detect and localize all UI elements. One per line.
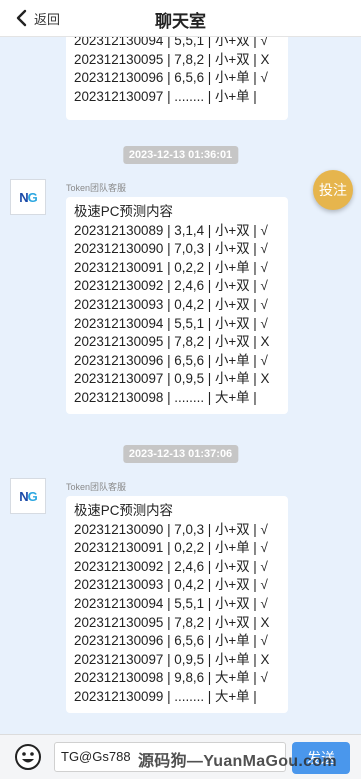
timestamp-badge: 2023-12-13 01:37:06	[122, 445, 239, 463]
sender-name: Token团队客服	[66, 183, 127, 193]
emoji-icon[interactable]	[14, 743, 42, 771]
message-line: 202312130092 | 2,4,6 | 小+双 | √	[74, 558, 268, 574]
message-line: 202312130094 | 5,5,1 | 小+双 | √	[74, 36, 268, 48]
message-line: 202312130094 | 5,5,1 | 小+双 | √	[74, 595, 268, 611]
message-line: 202312130097 | 0,9,5 | 小+单 | X	[74, 651, 270, 667]
message-line: 202312130095 | 7,8,2 | 小+双 | X	[74, 334, 270, 350]
message-line: 202312130099 | ........ | 大+单 |	[74, 688, 257, 704]
message-line: 202312130096 | 6,5,6 | 小+单 | √	[74, 633, 268, 649]
message-line: 极速PC预测内容	[74, 204, 173, 219]
message-line: 202312130091 | 0,2,2 | 小+单 | √	[74, 259, 268, 275]
message-bubble: 极速PC预测内容 202312130090 | 7,0,3 | 小+双 | √ …	[66, 496, 288, 713]
message-line: 202312130098 | ........ | 大+单 |	[74, 389, 257, 405]
message-line: 202312130096 | 6,5,6 | 小+单 | √	[74, 70, 268, 86]
message-line: 202312130097 | 0,9,5 | 小+单 | X	[74, 371, 270, 387]
message-bubble: 极速PC预测内容 202312130089 | 3,1,4 | 小+双 | √ …	[66, 197, 288, 414]
chat-scroll-area[interactable]: 202312130094 | 5,5,1 | 小+双 | √ 202312130…	[0, 36, 361, 734]
message-line: 202312130093 | 0,4,2 | 小+双 | √	[74, 296, 268, 312]
ng-logo-icon: NG	[19, 488, 38, 504]
avatar[interactable]: NG	[10, 478, 46, 514]
message-line: 202312130090 | 7,0,3 | 小+双 | √	[74, 521, 268, 537]
input-bar: TG@Gs788 发送 源码狗—YuanMaGou.com	[0, 734, 361, 779]
message-line: 202312130093 | 0,4,2 | 小+双 | √	[74, 577, 268, 593]
sender-name: Token团队客服	[66, 482, 127, 492]
message-bubble-partial: 202312130094 | 5,5,1 | 小+双 | √ 202312130…	[66, 36, 288, 121]
message-line: 202312130095 | 7,8,2 | 小+双 | X	[74, 51, 270, 67]
message-line: 202312130094 | 5,5,1 | 小+双 | √	[74, 315, 268, 331]
message-line: 极速PC预测内容	[74, 503, 173, 518]
ng-logo-icon: NG	[19, 189, 38, 205]
message-line: 202312130092 | 2,4,6 | 小+双 | √	[74, 278, 268, 294]
timestamp-badge: 2023-12-13 01:36:01	[122, 146, 239, 164]
page-title: 聊天室	[155, 12, 206, 31]
header-bar: 返回 聊天室	[0, 0, 361, 37]
message-line: 202312130091 | 0,2,2 | 小+单 | √	[74, 540, 268, 556]
avatar[interactable]: NG	[10, 179, 46, 215]
message-line: 202312130098 | 9,8,6 | 大+单 | √	[74, 670, 268, 686]
message-line: 202312130089 | 3,1,4 | 小+双 | √	[74, 222, 268, 238]
watermark-text: 源码狗—YuanMaGou.com	[138, 753, 337, 770]
message-line: 202312130095 | 7,8,2 | 小+双 | X	[74, 614, 270, 630]
message-line: 202312130090 | 7,0,3 | 小+双 | √	[74, 241, 268, 257]
bet-button[interactable]: 投注	[313, 170, 353, 210]
message-line: 202312130097 | ........ | 小+单 |	[74, 88, 257, 104]
message-line: 202312130096 | 6,5,6 | 小+单 | √	[74, 352, 268, 368]
